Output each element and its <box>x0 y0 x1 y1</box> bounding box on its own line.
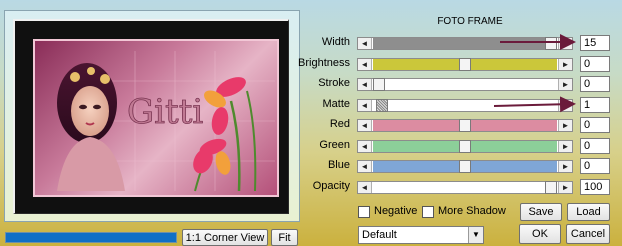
progress-bar <box>5 232 177 243</box>
blue-slider-track[interactable] <box>373 160 557 173</box>
arrow-right-icon[interactable]: ► <box>558 182 572 193</box>
arrow-left-icon[interactable]: ◄ <box>358 120 372 131</box>
stroke-slider[interactable]: ◄ ► <box>357 78 573 91</box>
arrow-left-icon[interactable]: ◄ <box>358 79 372 90</box>
stroke-slider-thumb[interactable] <box>373 78 385 91</box>
matte-slider-track[interactable] <box>373 99 557 112</box>
width-value-field[interactable]: 15 <box>580 35 610 51</box>
opacity-slider-thumb[interactable] <box>545 181 557 194</box>
load-button[interactable]: Load <box>567 203 610 221</box>
arrow-left-icon[interactable]: ◄ <box>358 141 372 152</box>
green-value-field[interactable]: 0 <box>580 138 610 154</box>
brightness-slider-track[interactable] <box>373 58 557 71</box>
brightness-slider-thumb[interactable] <box>459 58 471 71</box>
fit-button[interactable]: Fit <box>271 229 298 246</box>
matte-slider[interactable]: ◄ ► <box>357 99 573 112</box>
arrow-right-icon[interactable]: ► <box>558 100 572 111</box>
green-slider-thumb[interactable] <box>459 140 471 153</box>
opacity-slider[interactable]: ◄ ► <box>357 181 573 194</box>
opacity-slider-track[interactable] <box>373 181 557 194</box>
red-slider-thumb[interactable] <box>459 119 471 132</box>
red-slider[interactable]: ◄ ► <box>357 119 573 132</box>
dialog-title: FOTO FRAME <box>437 16 503 27</box>
more-shadow-checkbox[interactable] <box>422 206 434 218</box>
arrow-left-icon[interactable]: ◄ <box>358 182 372 193</box>
matte-slider-thumb[interactable] <box>376 99 388 112</box>
brightness-slider[interactable]: ◄ ► <box>357 58 573 71</box>
stroke-slider-track[interactable] <box>373 78 557 91</box>
width-label: Width <box>321 36 350 48</box>
red-label: Red <box>329 118 350 130</box>
opacity-value-field[interactable]: 100 <box>580 179 610 195</box>
arrow-left-icon[interactable]: ◄ <box>358 100 372 111</box>
matte-value-field[interactable]: 1 <box>580 97 610 113</box>
red-value-field[interactable]: 0 <box>580 117 610 133</box>
arrow-left-icon[interactable]: ◄ <box>358 161 372 172</box>
red-slider-track[interactable] <box>373 119 557 132</box>
arrow-right-icon[interactable]: ► <box>558 38 572 49</box>
blue-value-field[interactable]: 0 <box>580 158 610 174</box>
preview-panel: Gitti <box>4 10 300 222</box>
ok-button[interactable]: OK <box>519 224 561 244</box>
save-button[interactable]: Save <box>520 203 562 221</box>
green-slider[interactable]: ◄ ► <box>357 140 573 153</box>
negative-checkbox[interactable] <box>358 206 370 218</box>
width-slider-thumb[interactable] <box>545 37 557 50</box>
brightness-label: Brightness <box>298 57 350 69</box>
green-slider-track[interactable] <box>373 140 557 153</box>
stroke-value-field[interactable]: 0 <box>580 76 610 92</box>
negative-label: Negative <box>374 205 418 217</box>
chevron-down-icon[interactable]: ▼ <box>468 227 483 243</box>
opacity-label: Opacity <box>312 180 350 192</box>
arrow-left-icon[interactable]: ◄ <box>358 38 372 49</box>
more-shadow-label: More Shadow <box>438 205 506 217</box>
preview-text: Gitti <box>127 92 203 132</box>
preset-select[interactable]: Default ▼ <box>358 226 484 244</box>
blue-label: Blue <box>327 159 350 171</box>
arrow-right-icon[interactable]: ► <box>558 141 572 152</box>
cancel-button[interactable]: Cancel <box>566 224 610 244</box>
matte-label: Matte <box>322 98 350 110</box>
arrow-right-icon[interactable]: ► <box>558 59 572 70</box>
arrow-right-icon[interactable]: ► <box>558 79 572 90</box>
blue-slider-thumb[interactable] <box>459 160 471 173</box>
green-label: Green <box>319 139 350 151</box>
stroke-label: Stroke <box>318 77 350 89</box>
preview-canvas: Gitti <box>13 19 289 214</box>
arrow-left-icon[interactable]: ◄ <box>358 59 372 70</box>
corner-view-button[interactable]: 1:1 Corner View <box>182 229 268 246</box>
preview-image: Gitti <box>33 39 279 197</box>
brightness-value-field[interactable]: 0 <box>580 56 610 72</box>
width-slider-track[interactable] <box>373 37 557 50</box>
width-slider[interactable]: ◄ ► <box>357 37 573 50</box>
preset-select-value: Default <box>362 229 397 241</box>
arrow-right-icon[interactable]: ► <box>558 161 572 172</box>
preview-artwork: Gitti <box>57 51 275 192</box>
blue-slider[interactable]: ◄ ► <box>357 160 573 173</box>
arrow-right-icon[interactable]: ► <box>558 120 572 131</box>
